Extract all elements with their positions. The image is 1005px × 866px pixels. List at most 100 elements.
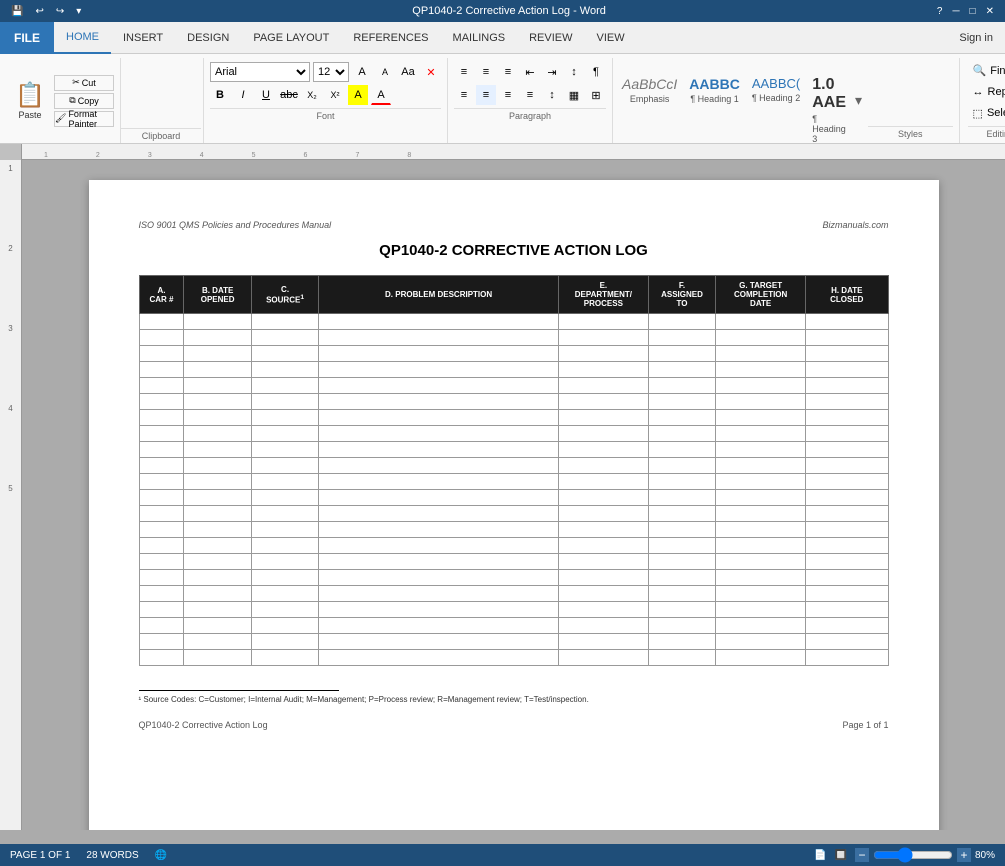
table-cell[interactable] [806,586,888,602]
table-cell[interactable] [184,586,251,602]
table-cell[interactable] [648,586,715,602]
table-cell[interactable] [648,362,715,378]
table-cell[interactable] [251,650,318,666]
table-cell[interactable] [139,378,184,394]
table-cell[interactable] [139,634,184,650]
table-cell[interactable] [558,634,648,650]
table-cell[interactable] [558,474,648,490]
font-shrink-button[interactable]: A [375,62,395,82]
italic-button[interactable]: I [233,85,253,105]
align-center-button[interactable]: ≡ [476,85,496,105]
table-cell[interactable] [251,458,318,474]
table-cell[interactable] [716,554,806,570]
table-cell[interactable] [558,378,648,394]
table-cell[interactable] [648,410,715,426]
find-button[interactable]: 🔍 Find [968,62,1005,79]
underline-button[interactable]: U [256,85,276,105]
table-cell[interactable] [184,490,251,506]
table-cell[interactable] [558,410,648,426]
save-icon[interactable]: 💾 [8,5,26,18]
table-cell[interactable] [139,458,184,474]
table-cell[interactable] [184,554,251,570]
tab-insert[interactable]: INSERT [111,22,175,54]
table-cell[interactable] [716,410,806,426]
tab-references[interactable]: REFERENCES [341,22,440,54]
table-cell[interactable] [184,618,251,634]
table-cell[interactable] [558,394,648,410]
table-cell[interactable] [319,506,559,522]
table-cell[interactable] [139,314,184,330]
table-cell[interactable] [251,442,318,458]
show-hide-button[interactable]: ¶ [586,62,606,82]
table-cell[interactable] [648,394,715,410]
table-cell[interactable] [806,426,888,442]
table-cell[interactable] [184,410,251,426]
zoom-plus-button[interactable]: + [957,848,971,862]
table-cell[interactable] [319,586,559,602]
table-cell[interactable] [319,458,559,474]
customize-icon[interactable]: ▾ [73,5,84,18]
table-cell[interactable] [184,442,251,458]
table-cell[interactable] [558,314,648,330]
table-cell[interactable] [251,602,318,618]
table-cell[interactable] [648,634,715,650]
table-cell[interactable] [184,570,251,586]
tab-file[interactable]: FILE [0,22,54,54]
table-cell[interactable] [251,346,318,362]
table-cell[interactable] [558,554,648,570]
tab-review[interactable]: REVIEW [517,22,584,54]
table-cell[interactable] [319,570,559,586]
replace-button[interactable]: ↔ Replace [968,83,1005,100]
table-cell[interactable] [806,346,888,362]
sort-button[interactable]: ↕ [564,62,584,82]
line-spacing-button[interactable]: ↕ [542,85,562,105]
paste-button[interactable]: 📋 Paste [8,73,52,129]
table-cell[interactable] [139,554,184,570]
table-cell[interactable] [139,650,184,666]
table-cell[interactable] [716,458,806,474]
sign-in-link[interactable]: Sign in [947,32,1005,44]
table-cell[interactable] [716,490,806,506]
table-cell[interactable] [184,474,251,490]
table-cell[interactable] [319,378,559,394]
multilevel-button[interactable]: ≡ [498,62,518,82]
table-cell[interactable] [806,554,888,570]
restore-btn[interactable]: □ [967,5,979,18]
table-cell[interactable] [806,394,888,410]
table-cell[interactable] [558,362,648,378]
table-cell[interactable] [139,346,184,362]
table-cell[interactable] [558,570,648,586]
tab-page-layout[interactable]: PAGE LAYOUT [241,22,341,54]
bullets-button[interactable]: ≡ [454,62,474,82]
table-cell[interactable] [139,362,184,378]
tab-design[interactable]: DESIGN [175,22,241,54]
table-cell[interactable] [648,442,715,458]
style-h3[interactable]: 1.0 AAE ¶ Heading 3 [809,73,849,129]
table-cell[interactable] [251,618,318,634]
table-cell[interactable] [648,426,715,442]
table-cell[interactable] [716,330,806,346]
table-cell[interactable] [806,490,888,506]
font-grow-button[interactable]: A [352,62,372,82]
table-cell[interactable] [716,586,806,602]
bold-button[interactable]: B [210,85,230,105]
table-cell[interactable] [184,602,251,618]
table-cell[interactable] [558,538,648,554]
table-cell[interactable] [139,474,184,490]
view-full-screen[interactable]: 🔲 [835,850,847,861]
table-cell[interactable] [184,330,251,346]
table-cell[interactable] [319,554,559,570]
table-cell[interactable] [558,650,648,666]
table-cell[interactable] [319,522,559,538]
table-cell[interactable] [184,346,251,362]
view-print-layout[interactable]: 📄 [814,850,826,861]
change-case-button[interactable]: Aa [398,62,418,82]
font-color-button[interactable]: A [371,85,391,105]
decrease-indent-button[interactable]: ⇤ [520,62,540,82]
justify-button[interactable]: ≡ [520,85,540,105]
table-cell[interactable] [184,522,251,538]
zoom-slider[interactable] [873,850,953,860]
table-cell[interactable] [319,474,559,490]
table-cell[interactable] [139,570,184,586]
table-cell[interactable] [184,314,251,330]
